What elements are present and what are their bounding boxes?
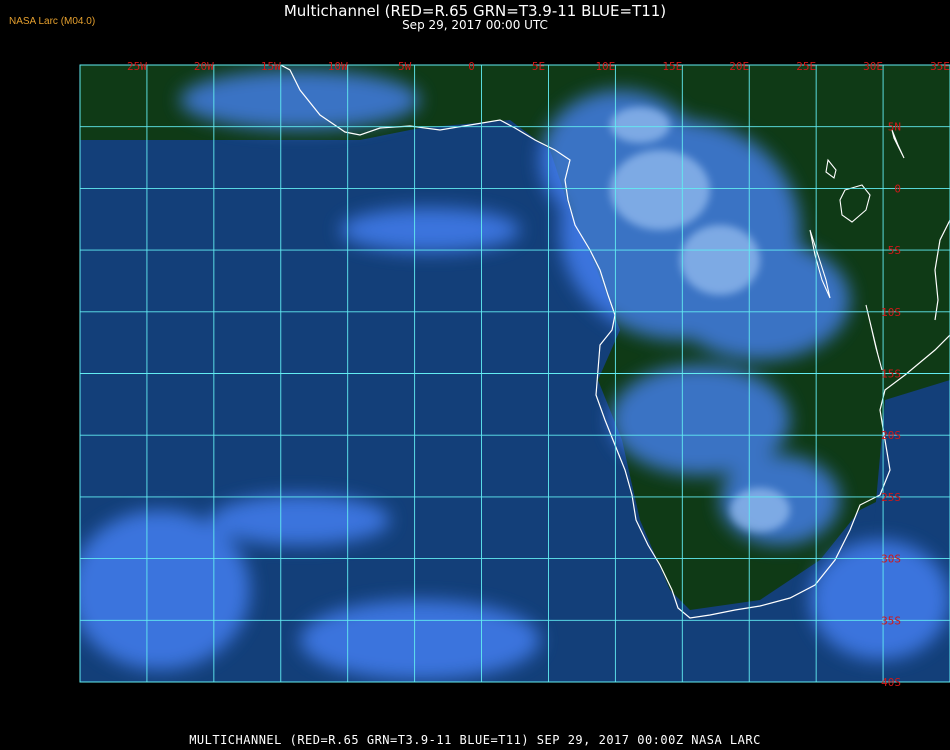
map-bottom-band bbox=[80, 682, 950, 727]
latitude-label: 5N bbox=[888, 121, 901, 134]
longitude-label: 10E bbox=[595, 60, 615, 73]
longitude-label: 25W bbox=[127, 60, 147, 73]
longitude-label: 0 bbox=[468, 60, 475, 73]
latitude-label: 25S bbox=[881, 491, 901, 504]
latitude-label: 0 bbox=[894, 182, 901, 195]
longitude-label: 30E bbox=[863, 60, 883, 73]
longitude-label: 20W bbox=[194, 60, 214, 73]
longitude-label: 5E bbox=[532, 60, 545, 73]
longitude-label: 5W bbox=[398, 60, 412, 73]
latitude-label: 35S bbox=[881, 614, 901, 627]
longitude-label: 15E bbox=[662, 60, 682, 73]
latitude-label: 10S bbox=[881, 306, 901, 319]
longitude-label: 20E bbox=[729, 60, 749, 73]
latitude-label: 5S bbox=[888, 244, 901, 257]
latitude-label: 40S bbox=[881, 676, 901, 689]
longitude-label: 25E bbox=[796, 60, 816, 73]
satellite-map: 25W 20W 15W 10W 5W 0 5E 10E 15E 20E 25E 30E 35E 5N 0 5… bbox=[79, 60, 950, 727]
footer-caption: MULTICHANNEL (RED=R.65 GRN=T3.9-11 BLUE=… bbox=[189, 733, 761, 747]
latitude-label: 15S bbox=[881, 368, 901, 381]
latitude-label: 20S bbox=[881, 429, 901, 442]
latitude-label: 30S bbox=[881, 553, 901, 566]
longitude-label: 10W bbox=[328, 60, 348, 73]
longitude-label: 15W bbox=[261, 60, 281, 73]
longitude-label: 35E bbox=[930, 60, 950, 73]
